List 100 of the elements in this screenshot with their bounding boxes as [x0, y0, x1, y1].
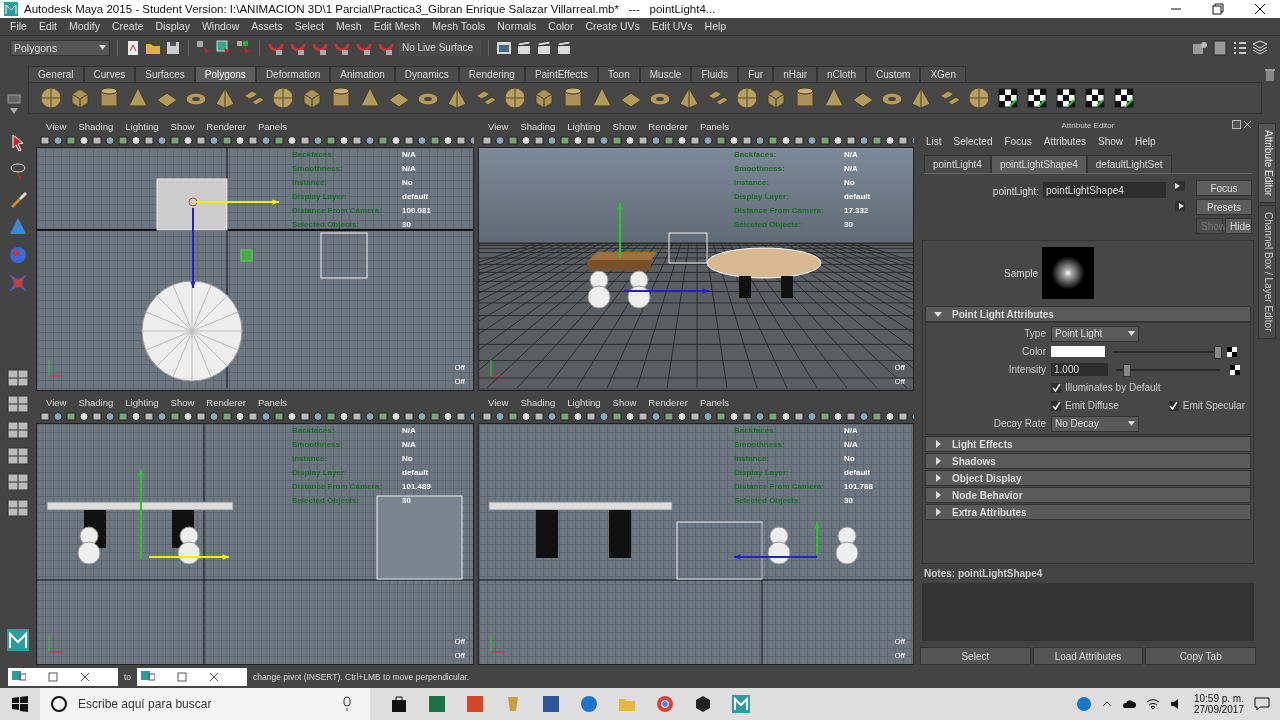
document-icon[interactable]	[125, 39, 141, 56]
viewport-tool-icon[interactable]	[573, 134, 583, 146]
panel-icon[interactable]	[1192, 39, 1208, 56]
viewport-tool-icon[interactable]	[794, 134, 804, 146]
section-header[interactable]: Node Behavior	[925, 487, 1251, 504]
viewport-tool-icon[interactable]	[209, 134, 219, 146]
viewport-tool-icon[interactable]	[53, 410, 63, 422]
menu-item[interactable]: List	[920, 135, 948, 147]
document-icon[interactable]	[542, 695, 560, 713]
checkbox[interactable]	[1168, 400, 1179, 411]
clapperboard-icon[interactable]	[536, 39, 552, 56]
viewport-tool-icon[interactable]	[898, 410, 908, 422]
select-icon[interactable]	[196, 39, 212, 56]
viewport-tool-icon[interactable]	[729, 134, 739, 146]
start-icon[interactable]	[12, 696, 28, 712]
viewport-tool-icon[interactable]	[209, 410, 219, 422]
shelf-tab[interactable]: Rendering	[458, 65, 525, 82]
viewport-tool-icon[interactable]	[651, 410, 661, 422]
viewport-tool-icon[interactable]	[287, 134, 297, 146]
viewport-menu-item[interactable]: Show	[606, 120, 643, 132]
arrow-icon[interactable]	[733, 554, 818, 560]
viewport-tool-icon[interactable]	[131, 134, 141, 146]
checkbox[interactable]	[1051, 382, 1061, 393]
menu-item[interactable]: File	[4, 20, 33, 33]
sphere-icon[interactable]	[271, 85, 295, 110]
viewport-tool-icon[interactable]	[313, 410, 323, 422]
viewport-tool-icon[interactable]	[144, 134, 154, 146]
viewport-tool-icon[interactable]	[898, 134, 908, 146]
texture-map-icon[interactable]	[1227, 346, 1237, 357]
menu-item[interactable]: Mesh Tools	[426, 20, 492, 33]
viewport-tool-icon[interactable]	[547, 410, 557, 422]
shelf-tab[interactable]: Surfaces	[135, 65, 195, 82]
viewport-tool-icon[interactable]	[92, 134, 102, 146]
menu-item[interactable]: Focus	[998, 135, 1038, 147]
pyramid-icon[interactable]	[909, 85, 933, 110]
cone-icon[interactable]	[590, 85, 614, 110]
viewport-tool-icon[interactable]	[183, 410, 193, 422]
viewport-tool-icon[interactable]	[261, 410, 271, 422]
panel-button[interactable]: Focus	[1196, 180, 1252, 197]
node-tab[interactable]: pointLight4	[924, 155, 991, 174]
restore-icon[interactable]	[1212, 2, 1224, 15]
viewport-tool-icon[interactable]	[131, 410, 141, 422]
shelf-tab[interactable]: Polygons	[194, 65, 256, 82]
viewport-tool-icon[interactable]	[703, 134, 713, 146]
menu-item[interactable]: Create UVs	[579, 20, 646, 33]
sphere-icon[interactable]	[39, 85, 63, 110]
viewport-tool-icon[interactable]	[222, 134, 232, 146]
viewport-tool-icon[interactable]	[807, 410, 817, 422]
menu-item[interactable]: Selected	[947, 135, 999, 147]
viewport-menu-item[interactable]: Shading	[514, 120, 562, 132]
viewport-tool-icon[interactable]	[196, 134, 206, 146]
viewport-tool-icon[interactable]	[846, 134, 856, 146]
viewport-tool-icon[interactable]	[664, 134, 674, 146]
panel-button[interactable]: Copy Tab	[1145, 647, 1256, 666]
viewport-tool-icon[interactable]	[170, 410, 180, 422]
viewport-tool-icon[interactable]	[79, 410, 89, 422]
viewport-tool-icon[interactable]	[794, 410, 804, 422]
viewport-tool-icon[interactable]	[729, 410, 739, 422]
shelf-tab[interactable]: Fur	[738, 65, 774, 82]
float-icon[interactable]	[1232, 120, 1241, 130]
viewport-menu-item[interactable]: Shading	[72, 120, 120, 132]
minimized-window[interactable]	[137, 667, 248, 686]
checker-icon[interactable]	[1054, 85, 1078, 110]
shelf-tab[interactable]: XGen	[920, 65, 966, 82]
clapperboard-icon[interactable]	[516, 39, 532, 56]
panel-button[interactable]: Select	[920, 647, 1031, 666]
viewport-menu-item[interactable]: Lighting	[119, 396, 165, 408]
checker-icon[interactable]	[996, 85, 1020, 110]
viewport-tool-icon[interactable]	[430, 134, 440, 146]
viewport-tool-icon[interactable]	[482, 410, 492, 422]
shelf-tab[interactable]: Dynamics	[394, 65, 459, 82]
viewport-menu-item[interactable]: Lighting	[119, 120, 165, 132]
viewport-tool-icon[interactable]	[365, 410, 375, 422]
viewport-tool-icon[interactable]	[820, 410, 830, 422]
viewport-tool-icon[interactable]	[326, 134, 336, 146]
help-icon[interactable]	[1075, 696, 1092, 712]
viewport-tool-icon[interactable]	[274, 134, 284, 146]
viewport-tool-icon[interactable]	[66, 410, 76, 422]
menu-item[interactable]: Window	[195, 20, 246, 33]
viewport-tool-icon[interactable]	[781, 410, 791, 422]
viewport-tool-icon[interactable]	[495, 410, 505, 422]
side-tab[interactable]: Channel Box / Layer Editor	[1258, 205, 1276, 339]
cone-icon[interactable]	[126, 85, 150, 110]
viewport-tool-icon[interactable]	[40, 410, 50, 422]
viewport-tool-icon[interactable]	[651, 134, 661, 146]
minimized-window[interactable]	[8, 667, 118, 686]
menu-item[interactable]: Mesh	[329, 20, 368, 33]
viewport-tool-icon[interactable]	[612, 134, 622, 146]
checker-icon[interactable]	[1025, 85, 1049, 110]
viewport-menu-item[interactable]: Shading	[72, 396, 120, 408]
viewport-tool-icon[interactable]	[612, 410, 622, 422]
shelf-menu-icon[interactable]	[9, 107, 19, 116]
spreadsheet-icon[interactable]	[428, 695, 446, 713]
viewport-tool-icon[interactable]	[261, 134, 271, 146]
viewport-tool-icon[interactable]	[404, 134, 414, 146]
shelf-tab[interactable]: General	[28, 65, 84, 82]
browser-icon[interactable]	[580, 695, 598, 713]
viewport-tool-icon[interactable]	[313, 134, 323, 146]
slider-thumb[interactable]	[1214, 345, 1222, 359]
viewport-tool-icon[interactable]	[339, 410, 349, 422]
